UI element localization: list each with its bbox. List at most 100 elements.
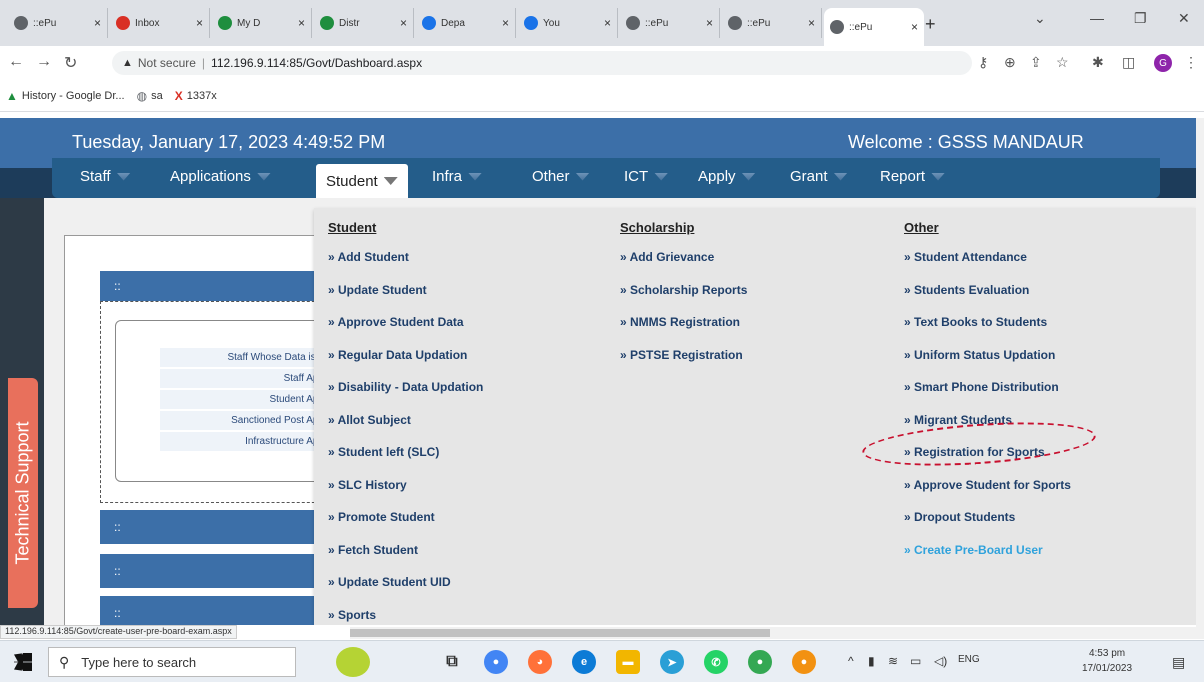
menu-item-add-student[interactable]: » Add Student xyxy=(328,250,483,283)
battery-icon[interactable]: ▭ xyxy=(910,654,921,668)
widget-header-bar[interactable]: :: xyxy=(100,596,330,625)
horizontal-scrollbar[interactable] xyxy=(350,627,1196,639)
file-explorer-icon[interactable]: ▬ xyxy=(616,650,640,674)
menu-item-sports[interactable]: » Sports xyxy=(328,608,483,626)
browser-tab[interactable]: Depa × xyxy=(416,8,516,38)
reload-icon[interactable]: ↻ xyxy=(64,53,77,73)
taskbar-search[interactable]: ⚲ Type here to search xyxy=(48,647,296,677)
tab-search-icon[interactable]: ⌄ xyxy=(1034,10,1046,27)
close-tab-icon[interactable]: × xyxy=(808,16,815,30)
browser-tab[interactable]: ::ePu × xyxy=(824,8,924,46)
network-icon[interactable]: ≋ xyxy=(888,654,898,668)
back-icon[interactable]: ← xyxy=(8,53,24,71)
edge-icon[interactable]: e xyxy=(572,650,596,674)
menu-item-students-evaluation[interactable]: » Students Evaluation xyxy=(904,283,1071,316)
close-tab-icon[interactable]: × xyxy=(298,16,305,30)
close-tab-icon[interactable]: × xyxy=(706,16,713,30)
browser-tab[interactable]: You × xyxy=(518,8,618,38)
sheets-icon xyxy=(320,16,334,30)
nav-ict[interactable]: ICT xyxy=(624,168,669,185)
menu-item-student-attendance[interactable]: » Student Attendance xyxy=(904,250,1071,283)
nav-grant[interactable]: Grant xyxy=(790,168,848,185)
menu-item-update-student[interactable]: » Update Student xyxy=(328,283,483,316)
nav-other[interactable]: Other xyxy=(532,168,590,185)
pen-icon[interactable]: ▮ xyxy=(868,654,875,668)
bookmark-sa[interactable]: ◍ sa xyxy=(137,89,163,103)
browser-tab[interactable]: Distr × xyxy=(314,8,414,38)
browser-tab[interactable]: ::ePu × xyxy=(620,8,720,38)
menu-item-dropout-students[interactable]: » Dropout Students xyxy=(904,510,1071,543)
chrome-profile-icon[interactable]: ● xyxy=(748,650,772,674)
menu-item-update-student-uid[interactable]: » Update Student UID xyxy=(328,575,483,608)
taskbar-clock[interactable]: 4:53 pm 17/01/2023 xyxy=(1082,646,1132,676)
close-window-button[interactable]: ✕ xyxy=(1178,10,1190,27)
close-tab-icon[interactable]: × xyxy=(604,16,611,30)
menu-item-allot-subject[interactable]: » Allot Subject xyxy=(328,413,483,446)
nav-applications[interactable]: Applications xyxy=(170,168,271,185)
language-indicator[interactable]: ENG xyxy=(958,654,980,665)
menu-item-approve-student-data[interactable]: » Approve Student Data xyxy=(328,315,483,348)
menu-item-add-grievance[interactable]: » Add Grievance xyxy=(620,250,747,283)
firefox-icon[interactable]: ◕ xyxy=(528,650,552,674)
share-icon[interactable]: ⇪ xyxy=(1030,54,1042,71)
maximize-button[interactable]: ❐ xyxy=(1134,10,1147,27)
nav-student[interactable]: Student xyxy=(316,164,408,198)
close-tab-icon[interactable]: × xyxy=(911,20,918,34)
zoom-icon[interactable]: ⊕ xyxy=(1004,54,1016,71)
close-tab-icon[interactable]: × xyxy=(94,16,101,30)
volume-icon[interactable]: ◁) xyxy=(934,654,947,668)
browser-tab[interactable]: My D × xyxy=(212,8,312,38)
windows-start-icon[interactable] xyxy=(14,653,32,671)
chrome-icon[interactable]: ● xyxy=(484,650,508,674)
menu-item-text-books[interactable]: » Text Books to Students xyxy=(904,315,1071,348)
menu-item-pstse-registration[interactable]: » PSTSE Registration xyxy=(620,348,747,381)
menu-item-fetch-student[interactable]: » Fetch Student xyxy=(328,543,483,576)
menu-item-promote-student[interactable]: » Promote Student xyxy=(328,510,483,543)
technical-support-tab[interactable]: Technical Support xyxy=(8,378,38,608)
url-field[interactable]: ▲ Not secure | 112.196.9.114:85/Govt/Das… xyxy=(112,51,972,75)
browser-tab[interactable]: ::ePu × xyxy=(8,8,108,38)
forward-icon[interactable]: → xyxy=(36,53,52,71)
nav-apply[interactable]: Apply xyxy=(698,168,756,185)
menu-item-smart-phone[interactable]: » Smart Phone Distribution xyxy=(904,380,1071,413)
whatsapp-icon[interactable]: ✆ xyxy=(704,650,728,674)
app-icon[interactable]: ● xyxy=(792,650,816,674)
widget-header-bar[interactable]: :: xyxy=(100,554,330,588)
bookmark-1337x[interactable]: X 1337x xyxy=(175,89,217,103)
menu-item-scholarship-reports[interactable]: » Scholarship Reports xyxy=(620,283,747,316)
telegram-icon[interactable]: ➤ xyxy=(660,650,684,674)
menu-icon[interactable]: ⋮ xyxy=(1184,54,1198,71)
nav-report[interactable]: Report xyxy=(880,168,946,185)
tray-overflow-icon[interactable]: ^ xyxy=(848,654,854,668)
key-icon[interactable]: ⚷ xyxy=(978,54,988,71)
menu-item-create-pre-board-user[interactable]: » Create Pre-Board User xyxy=(904,543,1071,576)
nav-infra[interactable]: Infra xyxy=(432,168,483,185)
widget-header-bar[interactable]: :: xyxy=(100,510,330,544)
notification-icon[interactable]: ▤ xyxy=(1172,654,1185,671)
menu-item-disability-data-updation[interactable]: » Disability - Data Updation xyxy=(328,380,483,413)
minimize-button[interactable]: — xyxy=(1090,10,1104,26)
browser-tab[interactable]: ::ePu × xyxy=(722,8,822,38)
browser-tab[interactable]: Inbox × xyxy=(110,8,210,38)
menu-item-uniform-status[interactable]: » Uniform Status Updation xyxy=(904,348,1071,381)
sidepanel-icon[interactable]: ◫ xyxy=(1122,54,1135,71)
close-tab-icon[interactable]: × xyxy=(196,16,203,30)
task-view-icon[interactable]: ⧉ xyxy=(440,650,464,674)
menu-item-regular-data-updation[interactable]: » Regular Data Updation xyxy=(328,348,483,381)
bookmark-history[interactable]: ▲ History - Google Dr... xyxy=(6,89,125,103)
menu-item-nmms-registration[interactable]: » NMMS Registration xyxy=(620,315,747,348)
nav-staff[interactable]: Staff xyxy=(80,168,131,185)
tennis-widget-icon[interactable] xyxy=(336,647,370,677)
widget-header-bar[interactable]: :: xyxy=(100,271,330,301)
extensions-icon[interactable]: ✱ xyxy=(1092,54,1104,71)
close-tab-icon[interactable]: × xyxy=(400,16,407,30)
menu-item-student-left[interactable]: » Student left (SLC) xyxy=(328,445,483,478)
menu-item-approve-sports[interactable]: » Approve Student for Sports xyxy=(904,478,1071,511)
scrollbar-thumb[interactable] xyxy=(350,629,770,637)
menu-item-slc-history[interactable]: » SLC History xyxy=(328,478,483,511)
star-icon[interactable]: ☆ xyxy=(1056,54,1069,71)
close-tab-icon[interactable]: × xyxy=(502,16,509,30)
profile-avatar[interactable]: G xyxy=(1154,54,1172,72)
new-tab-button[interactable]: + xyxy=(925,14,936,35)
vertical-scrollbar[interactable] xyxy=(1196,118,1204,639)
